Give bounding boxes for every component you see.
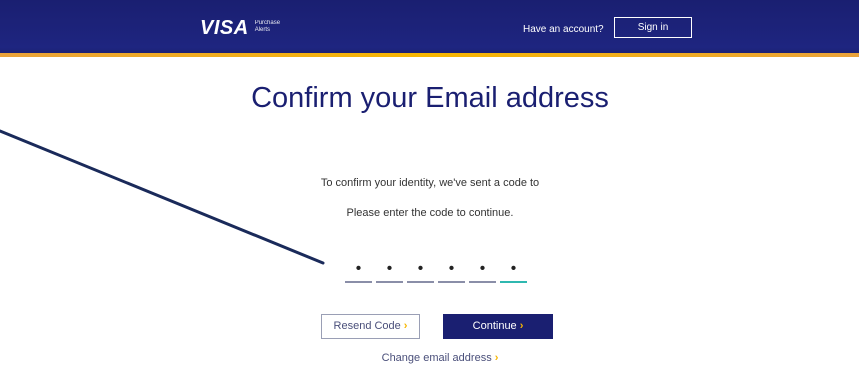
visa-logo[interactable]: VISA Purchase Alerts <box>200 18 280 38</box>
code-digit-field[interactable]: • <box>345 259 372 283</box>
annotation-line <box>0 129 325 265</box>
logo-subtitle: Purchase Alerts <box>255 20 280 34</box>
continue-button[interactable]: Continue › <box>443 314 553 339</box>
resend-code-label: Resend Code <box>333 320 401 332</box>
confirm-description: To confirm your identity, we've sent a c… <box>320 177 540 189</box>
change-email-label: Change email address <box>381 352 492 364</box>
change-email-link[interactable]: Change email address › <box>330 352 550 364</box>
code-digit-field[interactable]: • <box>469 259 496 283</box>
chevron-right-icon: › <box>519 320 524 332</box>
code-digit-field[interactable]: • <box>438 259 465 283</box>
code-digit-field[interactable]: • <box>376 259 403 283</box>
masked-email <box>362 195 496 203</box>
header-accent-bar <box>0 53 859 57</box>
visa-wordmark: VISA <box>200 17 249 39</box>
page-title: Confirm your Email address <box>251 82 609 114</box>
top-header: VISA Purchase Alerts Have an account? Si… <box>0 0 859 56</box>
code-instruction: Please enter the code to continue. <box>346 207 514 219</box>
account-prompt: Have an account? <box>523 24 604 35</box>
sign-in-button[interactable]: Sign in <box>614 17 692 38</box>
logo-subtitle-line1: Purchase <box>254 20 281 26</box>
chevron-right-icon: › <box>494 352 499 364</box>
chevron-right-icon: › <box>403 320 408 332</box>
resend-code-button[interactable]: Resend Code › <box>321 314 420 339</box>
code-digit-field-active[interactable]: • <box>500 259 527 283</box>
code-digit-field[interactable]: • <box>407 259 434 283</box>
logo-subtitle-line2: Alerts <box>254 27 271 33</box>
continue-label: Continue <box>472 320 517 332</box>
verification-code-input: • • • • • • <box>345 259 527 283</box>
